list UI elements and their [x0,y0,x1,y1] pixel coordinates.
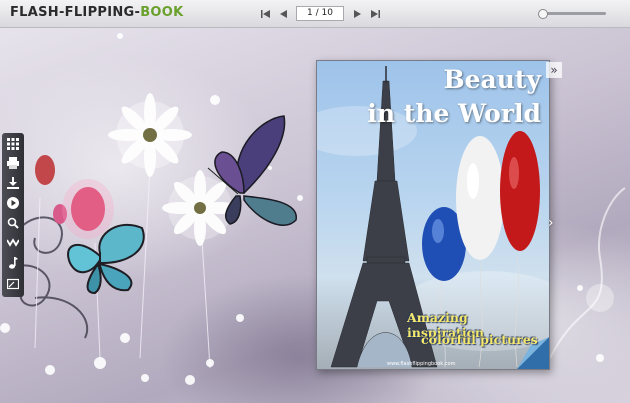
next-page-arrow-button[interactable]: › [548,216,560,230]
search-button[interactable] [5,215,21,231]
next-page-icon [353,9,361,18]
next-page-button[interactable] [348,6,366,21]
zoom-slider-knob[interactable] [538,9,548,19]
cover-footer-text: www.flashflippingbook.com [387,361,456,367]
last-page-button[interactable] [366,6,384,21]
prev-page-icon [279,9,287,18]
download-icon [7,177,19,189]
chevron-right-icon: › [548,215,554,231]
last-page-icon [370,9,380,18]
double-chevron-right-icon: » [550,63,558,77]
last-page-arrow-button[interactable]: » [546,62,562,78]
cover-subtitle-line2: colorful pictures [421,332,538,347]
logo-text-accent: BOOK [140,5,184,20]
music-button[interactable] [5,255,21,271]
tulip-bud [35,155,114,239]
music-icon [9,257,18,269]
fullscreen-icon [7,278,19,290]
page-number-input[interactable]: 1 / 10 [296,6,344,21]
share-button[interactable] [5,235,21,251]
first-page-icon [260,9,270,18]
top-bar: FLASH-FLIPPING-BOOK 1 / 10 [0,0,630,28]
thumbnails-icon [7,138,19,150]
background-ornament [549,187,626,359]
book-page-cover[interactable]: Beauty in the World Amazing inspiration … [316,60,550,370]
cover-title-line2: in the World [367,99,541,128]
zoom-slider[interactable] [538,9,606,19]
cover-title-line1: Beauty [443,65,542,94]
logo: FLASH-FLIPPING-BOOK [10,5,184,20]
daisy-flower [108,93,192,177]
prev-page-button[interactable] [274,6,292,21]
print-button[interactable] [5,155,21,171]
share-icon [7,238,19,247]
first-page-button[interactable] [256,6,274,21]
print-icon [7,157,19,169]
thumbnails-button[interactable] [5,136,21,152]
download-button[interactable] [5,175,21,191]
autoplay-icon [7,197,19,209]
fullscreen-button[interactable] [5,276,21,292]
autoplay-button[interactable] [5,195,21,211]
search-icon [7,217,19,229]
side-toolbar [2,133,24,297]
page-navigation: 1 / 10 [256,6,384,21]
logo-text-main: FLASH-FLIPPING- [10,5,141,20]
